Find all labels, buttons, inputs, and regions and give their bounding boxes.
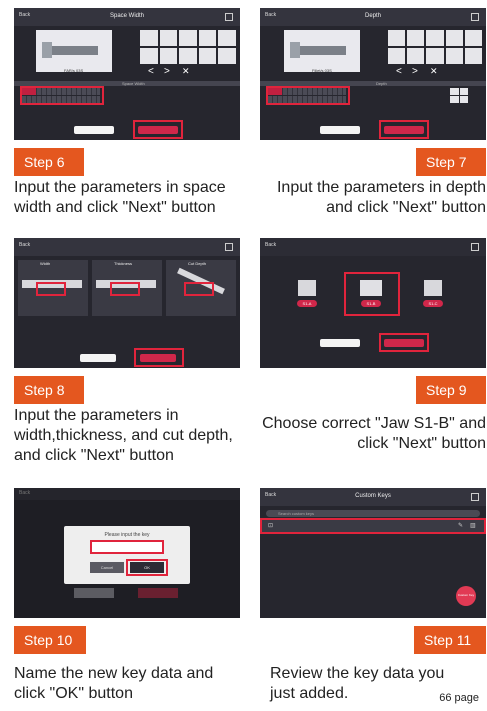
delete-icon[interactable]: ✕ xyxy=(430,66,438,77)
step-9-label: Step 9 xyxy=(416,376,486,404)
key-label: Fillet/s 03S xyxy=(312,68,332,73)
jaw-label: S1-A xyxy=(297,300,317,307)
highlight-next xyxy=(379,120,429,139)
step-9-text: Choose correct "Jaw S1-B" and click "Nex… xyxy=(262,415,486,452)
jaw-option-s1c[interactable]: S1-C xyxy=(420,278,446,310)
step-7-text: Input the parameters in depth and click … xyxy=(276,179,486,216)
add-custom-key-fab[interactable]: Custom Key xyxy=(456,586,476,606)
step-10-label: Step 10 xyxy=(14,626,86,654)
highlight-key-row xyxy=(260,518,486,534)
highlight-next xyxy=(379,333,429,352)
cut-depth-input[interactable] xyxy=(184,282,214,296)
top-bar: Back xyxy=(14,238,240,256)
window-icon[interactable] xyxy=(471,493,479,501)
top-bar: Back xyxy=(260,238,486,256)
step-6-label: Step 6 xyxy=(14,148,84,176)
numeric-keypad[interactable] xyxy=(388,30,482,64)
step-6-text: Input the parameters in space width and … xyxy=(14,179,226,216)
cancel-button[interactable]: Cancel xyxy=(90,562,124,573)
step-8-text: Input the parameters in width,thickness,… xyxy=(14,407,233,464)
highlight-next xyxy=(133,120,183,139)
highlight-ok xyxy=(126,559,168,576)
right-arrow-icon[interactable]: > xyxy=(164,66,170,77)
step-11-text: Review the key data you just added. xyxy=(270,665,445,702)
key-image xyxy=(36,30,112,72)
back-button[interactable]: Back xyxy=(19,242,30,248)
numeric-keypad[interactable] xyxy=(140,30,236,64)
screen-title: Depth xyxy=(364,13,381,19)
top-bar: Back Space Width xyxy=(14,8,240,26)
top-bar: Back xyxy=(14,488,240,500)
key-label: FAR/s 03S xyxy=(64,68,84,73)
name-dialog: Please input the key Cancel OK xyxy=(64,526,190,584)
right-arrow-icon[interactable]: > xyxy=(412,66,418,77)
background-next-button xyxy=(138,588,178,598)
key-image xyxy=(284,30,360,72)
mini-controls[interactable] xyxy=(450,88,468,103)
highlight-jaw-s1b xyxy=(344,272,400,316)
delete-icon[interactable]: ✕ xyxy=(182,66,190,77)
step-10-text: Name the new key data and click "OK" but… xyxy=(14,665,214,702)
highlight-next xyxy=(134,348,184,367)
left-arrow-icon[interactable]: < xyxy=(396,66,402,77)
page-number: 66 page xyxy=(439,692,479,704)
back-nav-button[interactable] xyxy=(320,126,360,134)
screen-title: Space Width xyxy=(109,13,145,19)
highlight-input-row xyxy=(20,86,104,105)
step-11-label: Step 11 xyxy=(414,626,486,654)
left-arrow-icon[interactable]: < xyxy=(148,66,154,77)
jaw-option-s1a[interactable]: S1-A xyxy=(294,278,320,310)
highlight-input-row xyxy=(266,86,350,105)
background-back-button xyxy=(74,588,114,598)
back-button[interactable]: Back xyxy=(265,242,276,248)
back-button[interactable]: Back xyxy=(19,490,30,496)
jaw-label: S1-C xyxy=(423,300,443,307)
back-nav-button[interactable] xyxy=(80,354,116,362)
step-7-label: Step 7 xyxy=(416,148,486,176)
dialog-prompt: Please input the key xyxy=(104,532,150,538)
key-name-input[interactable] xyxy=(90,540,164,554)
search-input[interactable]: Search custom keys xyxy=(266,510,480,517)
screenshot-step7: Back Depth Fillet/s 03S < > ✕ Depth xyxy=(260,8,486,140)
top-bar: Back Depth xyxy=(260,8,486,26)
screenshot-step10: Back Please input the key Cancel OK xyxy=(14,488,240,618)
window-icon[interactable] xyxy=(471,13,479,21)
window-icon[interactable] xyxy=(471,243,479,251)
thickness-input[interactable] xyxy=(110,282,140,296)
back-nav-button[interactable] xyxy=(74,126,114,134)
top-bar: Back Custom Keys xyxy=(260,488,486,506)
width-input[interactable] xyxy=(36,282,66,296)
screenshot-step9: Back S1-A S1-B S1-C xyxy=(260,238,486,368)
window-icon[interactable] xyxy=(225,13,233,21)
window-icon[interactable] xyxy=(225,243,233,251)
screenshot-step8: Back Width Thickness Cut Depth xyxy=(14,238,240,368)
screen-title: Custom Keys xyxy=(355,493,391,499)
step-8-label: Step 8 xyxy=(14,376,84,404)
back-nav-button[interactable] xyxy=(320,339,360,347)
screenshot-step11: Back Custom Keys Search custom keys ⊡ ✎ … xyxy=(260,488,486,618)
screenshot-step6: Back Space Width FAR/s 03S < > ✕ Space W… xyxy=(14,8,240,140)
